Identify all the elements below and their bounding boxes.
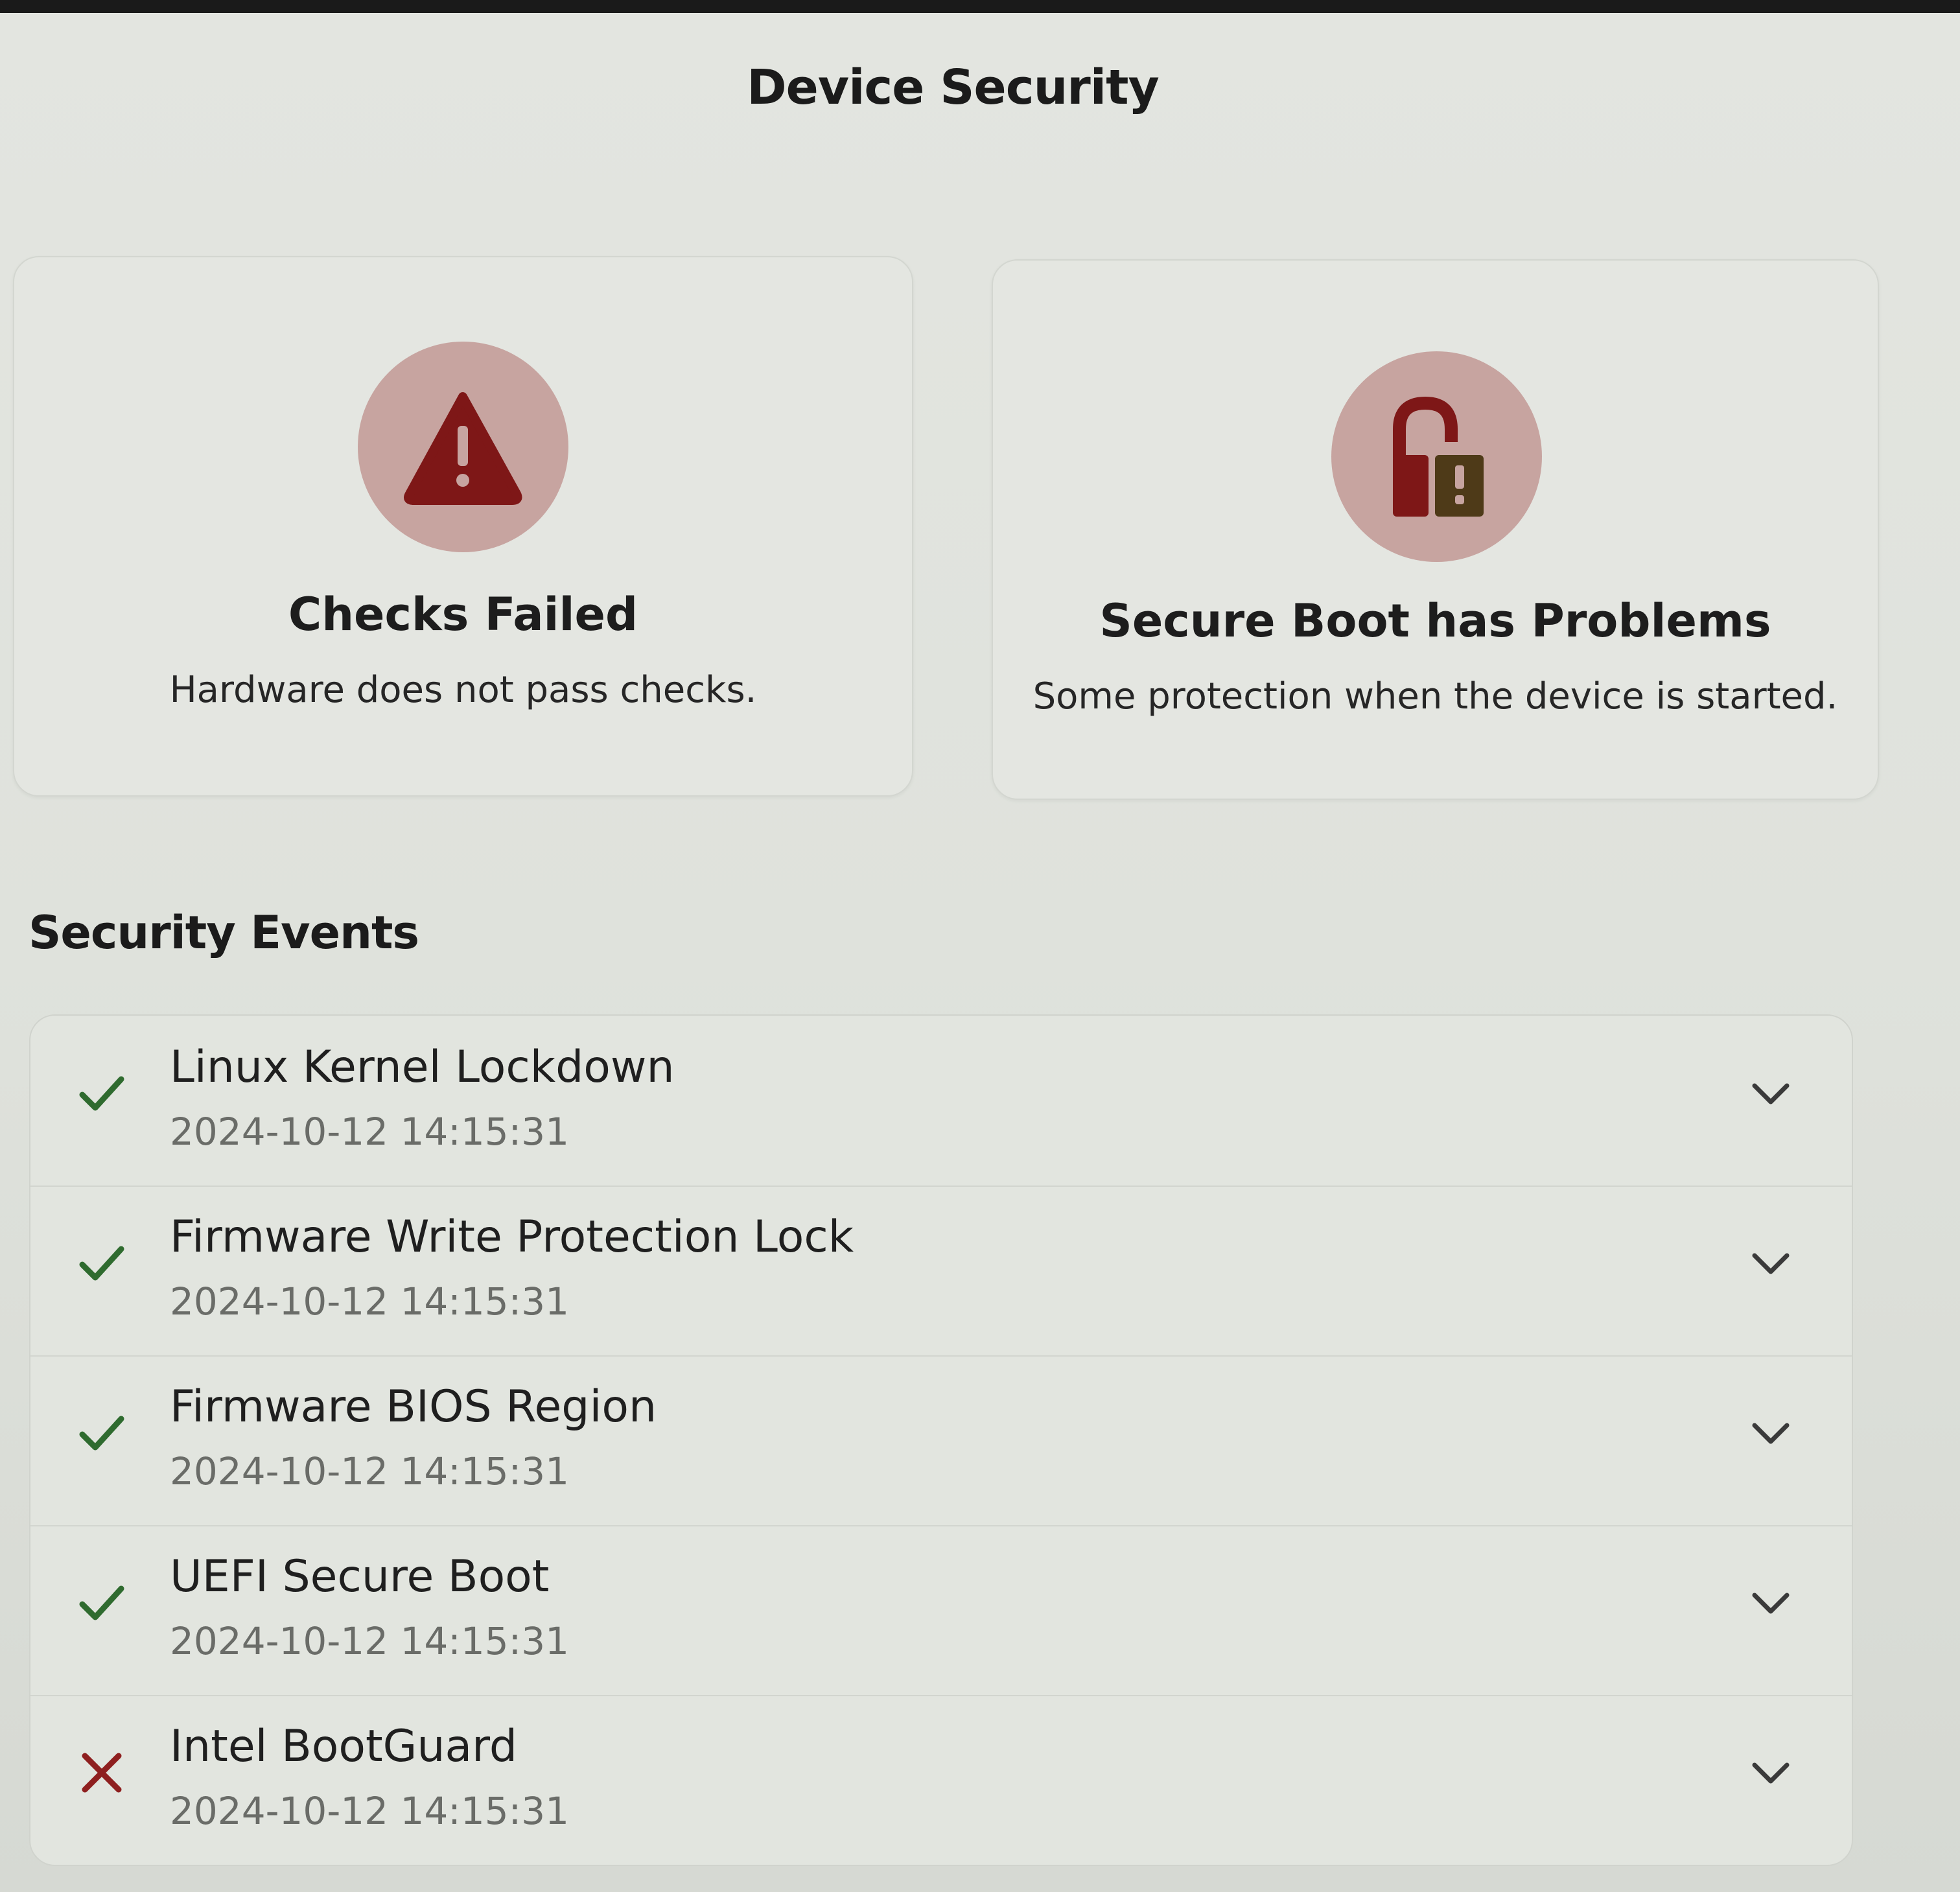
checkmark-icon: [79, 1246, 124, 1281]
screen-top-bezel: [0, 0, 1960, 13]
chevron-down-icon[interactable]: [1748, 1244, 1793, 1283]
chevron-down-icon[interactable]: [1748, 1753, 1793, 1792]
event-name: Firmware BIOS Region: [170, 1381, 657, 1432]
security-events-list: Linux Kernel Lockdown 2024-10-12 14:15:3…: [29, 1014, 1853, 1866]
event-timestamp: 2024-10-12 14:15:31: [170, 1789, 569, 1833]
event-row-linux-kernel-lockdown[interactable]: Linux Kernel Lockdown 2024-10-12 14:15:3…: [30, 1016, 1852, 1187]
event-timestamp: 2024-10-12 14:15:31: [170, 1110, 569, 1154]
checkmark-icon: [79, 1076, 124, 1111]
security-events-heading: Security Events: [29, 906, 419, 959]
event-timestamp: 2024-10-12 14:15:31: [170, 1449, 569, 1493]
event-name: UEFI Secure Boot: [170, 1551, 550, 1602]
page-title: Device Security: [747, 60, 1160, 115]
chevron-down-icon[interactable]: [1748, 1414, 1793, 1453]
event-row-uefi-secure-boot[interactable]: UEFI Secure Boot 2024-10-12 14:15:31: [30, 1525, 1852, 1696]
checkmark-icon: [79, 1585, 124, 1620]
event-row-firmware-write-protection-lock[interactable]: Firmware Write Protection Lock 2024-10-1…: [30, 1185, 1852, 1357]
checks-status-subtitle: Hardware does not pass checks.: [169, 669, 757, 711]
checkmark-icon: [79, 1416, 124, 1451]
secure-boot-status-card[interactable]: Secure Boot has Problems Some protection…: [992, 259, 1879, 800]
chevron-down-icon[interactable]: [1748, 1074, 1793, 1113]
chevron-down-icon[interactable]: [1748, 1583, 1793, 1622]
checks-status-card[interactable]: Checks Failed Hardware does not pass che…: [13, 256, 913, 797]
event-row-intel-bootguard[interactable]: Intel BootGuard 2024-10-12 14:15:31: [30, 1695, 1852, 1865]
checks-status-badge: [358, 342, 568, 552]
warning-icon: [404, 392, 522, 505]
secure-boot-status-title: Secure Boot has Problems: [1099, 594, 1771, 648]
secure-boot-status-badge: [1331, 351, 1542, 562]
cross-icon: [82, 1753, 122, 1793]
checks-status-title: Checks Failed: [288, 588, 638, 641]
event-row-firmware-bios-region[interactable]: Firmware BIOS Region 2024-10-12 14:15:31: [30, 1355, 1852, 1526]
unlocked-padlock-icon: [1393, 396, 1484, 517]
event-name: Linux Kernel Lockdown: [170, 1042, 675, 1093]
secure-boot-status-subtitle: Some protection when the device is start…: [1032, 675, 1838, 718]
event-timestamp: 2024-10-12 14:15:31: [170, 1619, 569, 1663]
device-security-window: Device Security Checks Failed Hardware d…: [0, 13, 1960, 1892]
event-timestamp: 2024-10-12 14:15:31: [170, 1279, 569, 1324]
event-name: Firmware Write Protection Lock: [170, 1211, 854, 1263]
event-name: Intel BootGuard: [170, 1721, 518, 1772]
